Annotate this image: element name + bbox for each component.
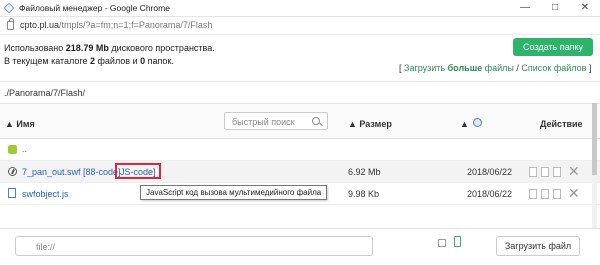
file-links: [ Загрузить больше файлы / Список файлов… <box>399 63 591 73</box>
option-checkbox[interactable] <box>438 239 446 247</box>
move-icon[interactable] <box>553 167 561 177</box>
browser-logo-icon <box>3 2 15 14</box>
quick-search-input[interactable]: быстрый поиск <box>224 112 328 130</box>
search-icon <box>312 117 320 125</box>
folder-up-icon <box>8 145 17 154</box>
maximize-icon[interactable]: □ <box>540 1 570 15</box>
js-file-icon <box>8 188 16 198</box>
catalog-info: В текущем каталоге 2 файлов и 0 папок. <box>4 55 215 68</box>
window-titlebar: Файловый менеджер - Google Chrome — □ ✕ <box>0 0 600 17</box>
js-code-link[interactable]: JS-code] <box>115 163 161 179</box>
divider <box>0 81 600 82</box>
copy-icon[interactable] <box>541 167 549 177</box>
bracket-close: ] <box>586 63 592 73</box>
file-date: 2018/06/22 <box>467 189 513 199</box>
delete-icon[interactable]: ✕ <box>568 186 580 200</box>
search-placeholder: быстрый поиск <box>232 117 295 127</box>
table-header: ▲ Имя быстрый поиск ▲ Размер ▲ Действие <box>0 103 600 139</box>
minimize-icon[interactable]: — <box>510 1 540 15</box>
storage-used: Использовано 218.79 Mb дискового простра… <box>4 42 215 55</box>
file-path-input[interactable]: file:// <box>15 236 373 256</box>
parent-folder-link[interactable]: .. <box>22 144 27 154</box>
address-bar[interactable]: cpto.pl.ua/tmpls/?a=fm;n=1;f=Panorama/7/… <box>0 17 600 35</box>
upload-bar: file:// Загрузить файл <box>0 228 600 265</box>
delete-icon[interactable]: ✕ <box>568 164 580 178</box>
storage-used-label: Использовано <box>4 43 66 53</box>
file-path-placeholder: file:// <box>36 242 56 252</box>
rename-icon[interactable] <box>529 189 537 199</box>
close-icon[interactable]: ✕ <box>570 1 600 15</box>
upload-prefix: Загрузить <box>404 63 448 73</box>
table-row[interactable]: 7_pan_out.swf [88-code] JS-code] 6.92 Mb… <box>0 161 600 183</box>
lock-icon <box>7 18 14 30</box>
storage-info: Использовано 218.79 Mb дискового простра… <box>4 42 215 68</box>
date-icon <box>473 118 482 127</box>
size-column-header[interactable]: ▲ Размер <box>348 119 392 129</box>
file-size: 6.92 Mb <box>348 167 381 177</box>
files-label: файлов и <box>95 56 141 66</box>
flash-file-icon <box>8 167 17 176</box>
catalog-label: В текущем каталоге <box>4 56 90 66</box>
mobile-icon[interactable] <box>454 236 461 247</box>
action-column-header: Действие <box>540 119 583 129</box>
upload-bold: больше <box>447 63 483 73</box>
rename-icon[interactable] <box>529 167 537 177</box>
window-title: Файловый менеджер - Google Chrome <box>19 3 170 13</box>
url[interactable]: cpto.pl.ua/tmpls/?a=fm;n=1;f=Panorama/7/… <box>20 20 212 30</box>
upload-file-button[interactable]: Загрузить файл <box>496 236 580 256</box>
file-name-link[interactable]: 7_pan_out.swf <box>22 167 81 177</box>
name-column-header[interactable]: ▲ Имя <box>5 119 35 129</box>
upload-suffix: файлы <box>482 63 514 73</box>
upload-more-link[interactable]: Загрузить больше файлы <box>404 63 514 73</box>
move-icon[interactable] <box>553 189 561 199</box>
parent-folder-row[interactable]: .. <box>0 139 600 161</box>
url-path: /tmpls/?a=fm;n=1;f=Panorama/7/Flash <box>59 20 213 30</box>
storage-used-value: 218.79 Mb <box>65 43 109 53</box>
breadcrumb: ./Panorama/7/Flash/ <box>4 88 86 98</box>
create-folder-button[interactable]: Создать папку <box>513 38 593 56</box>
file-list-link[interactable]: Список файлов <box>521 63 586 73</box>
url-host: cpto.pl.ua <box>20 20 60 30</box>
copy-icon[interactable] <box>541 189 549 199</box>
folders-label: папок. <box>145 56 174 66</box>
tooltip: JavaScript код вызова мультимедийного фа… <box>140 185 328 200</box>
file-name-link[interactable]: swfobject.js <box>22 189 69 199</box>
scrollbar-thumb[interactable] <box>592 103 597 175</box>
storage-used-suffix: дискового пространства. <box>108 43 215 53</box>
file-date: 2018/06/22 <box>467 167 513 177</box>
file-size: 9.98 Kb <box>348 189 380 199</box>
date-column-header[interactable]: ▲ <box>460 119 469 129</box>
